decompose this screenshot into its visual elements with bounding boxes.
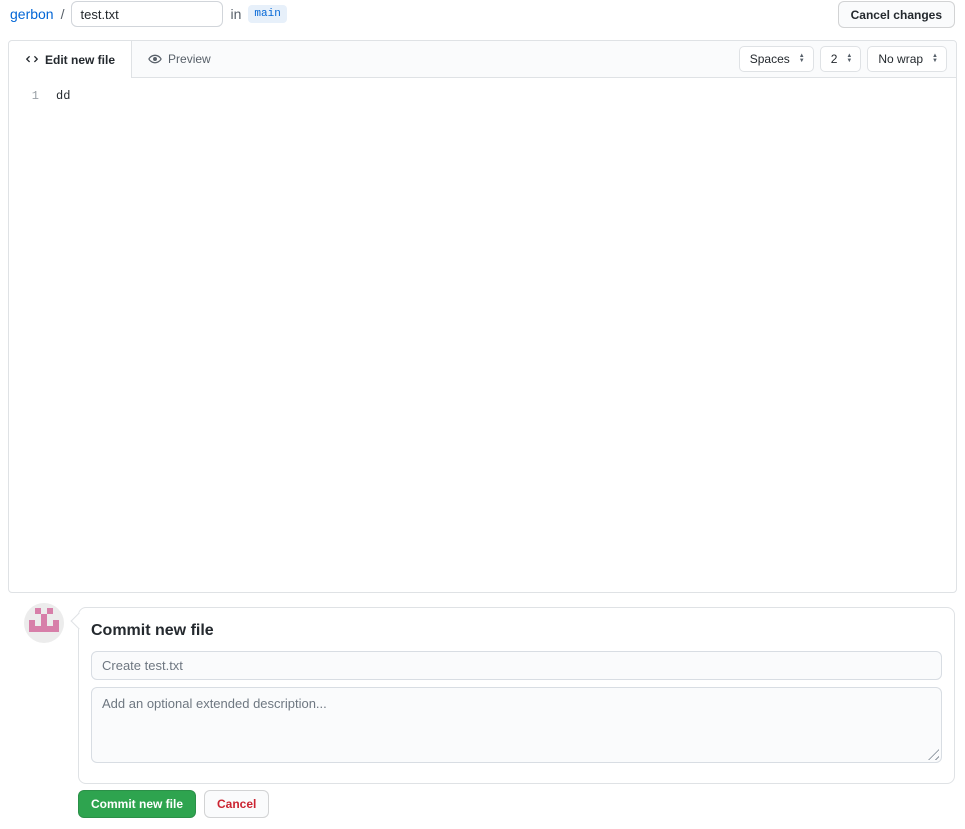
indent-mode-value: Spaces [749,52,790,66]
code-icon [25,53,39,67]
filename-input[interactable] [71,1,224,27]
tab-preview[interactable]: Preview [132,41,227,77]
identicon-image [29,608,59,632]
indent-size-select[interactable]: 2 ▲ ▼ [819,46,862,72]
select-arrows-icon: ▲ ▼ [798,53,805,64]
commit-actions: Commit new file Cancel [78,790,270,818]
line-content[interactable]: dd [56,86,70,106]
cancel-changes-button[interactable]: Cancel changes [837,1,955,28]
commit-description-wrap [91,687,942,763]
line-number[interactable]: 1 [9,86,39,106]
breadcrumb-in-label: in [230,6,242,22]
commit-message-input[interactable] [91,651,942,680]
select-arrows-icon: ▲ ▼ [932,53,938,64]
indent-mode-select[interactable]: Spaces ▲ ▼ [738,46,814,72]
code-editor[interactable]: 1 dd [9,78,956,114]
eye-icon [148,52,162,66]
wrap-mode-select[interactable]: No wrap ▲ ▼ [867,46,947,72]
commit-form-title: Commit new file [91,622,214,639]
breadcrumb-separator: / [60,6,65,22]
branch-badge: main [248,5,287,23]
select-arrows-icon: ▲ ▼ [846,53,853,64]
code-line: 1 dd [9,86,956,106]
commit-description-textarea[interactable] [91,687,942,763]
repo-link[interactable]: gerbon [10,6,54,22]
editor-tab-bar: Edit new file Preview Spaces ▲ ▼ 2 ▲ ▼ N… [9,41,956,78]
commit-form: Commit new file [78,607,955,784]
editor-controls: Spaces ▲ ▼ 2 ▲ ▼ No wrap ▲ ▼ [738,46,947,72]
breadcrumb: gerbon / in main [10,0,287,28]
file-editor-panel: Edit new file Preview Spaces ▲ ▼ 2 ▲ ▼ N… [8,40,957,593]
wrap-mode-value: No wrap [878,52,924,66]
tab-preview-label: Preview [168,52,211,66]
commit-new-file-button[interactable]: Commit new file [78,790,197,818]
cancel-button[interactable]: Cancel [204,790,270,818]
tab-edit-new-file[interactable]: Edit new file [9,41,133,78]
tab-edit-label: Edit new file [45,52,116,67]
indent-size-value: 2 [830,52,838,66]
user-avatar [24,603,64,643]
